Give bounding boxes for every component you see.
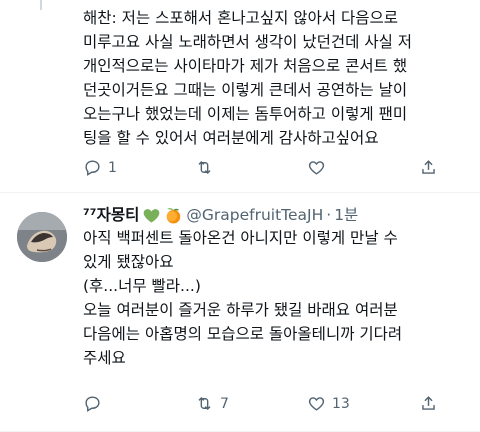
like-button[interactable]: 13 [307, 394, 419, 413]
tweet-text: 아직 백퍼센트 돌아온건 아니지만 이렇게 만날 수 있게 됐잖아요 (후...… [83, 229, 403, 367]
separator-dot: · [326, 206, 332, 224]
retweet-button[interactable]: 7 [195, 394, 307, 413]
like-icon [308, 161, 325, 175]
author-handle[interactable]: @GrapefruitTeaJH [186, 204, 323, 226]
tweet-actions: 7 13 [83, 394, 480, 413]
like-icon [308, 397, 325, 411]
share-icon [422, 396, 435, 410]
tweet-text: 해찬: 저는 스포해서 혼나고싶지 않아서 다음으로 미루고요 사실 노래하면서… [83, 9, 413, 147]
thread-line [40, 0, 42, 10]
tweet-actions: 1 [83, 158, 480, 177]
avatar-image [17, 212, 67, 262]
share-button[interactable] [419, 394, 480, 413]
reply-button[interactable]: 1 [83, 158, 195, 177]
share-icon [422, 160, 435, 174]
peach-icon [167, 207, 181, 223]
tweet-2-body: ⁷⁷자몽티 @GrapefruitTeaJH · 1분 아직 백퍼센트 돌아온건… [83, 204, 472, 412]
like-button[interactable] [307, 158, 419, 177]
tweet-header: ⁷⁷자몽티 @GrapefruitTeaJH · 1분 [83, 204, 472, 226]
timestamp[interactable]: 1분 [334, 204, 358, 226]
author-name[interactable]: ⁷⁷자몽티 [83, 204, 139, 226]
reply-button[interactable] [83, 394, 195, 413]
tweet-divider [0, 192, 480, 193]
reply-icon [85, 396, 100, 412]
like-count: 13 [332, 395, 350, 412]
reply-icon [85, 160, 100, 176]
retweet-button[interactable] [195, 158, 307, 177]
tweet-1-body: 해찬: 저는 스포해서 혼나고싶지 않아서 다음으로 미루고요 사실 노래하면서… [83, 0, 472, 176]
retweet-count: 7 [220, 395, 229, 412]
green-heart-icon [144, 208, 160, 223]
share-button[interactable] [419, 158, 480, 177]
retweet-icon [198, 160, 211, 175]
reply-count: 1 [108, 159, 117, 176]
avatar[interactable] [17, 212, 67, 262]
retweet-icon [198, 396, 211, 411]
tweet-1[interactable]: 해찬: 저는 스포해서 혼나고싶지 않아서 다음으로 미루고요 사실 노래하면서… [0, 0, 480, 192]
tweet-2[interactable]: ⁷⁷자몽티 @GrapefruitTeaJH · 1분 아직 백퍼센트 돌아온건… [0, 196, 480, 432]
